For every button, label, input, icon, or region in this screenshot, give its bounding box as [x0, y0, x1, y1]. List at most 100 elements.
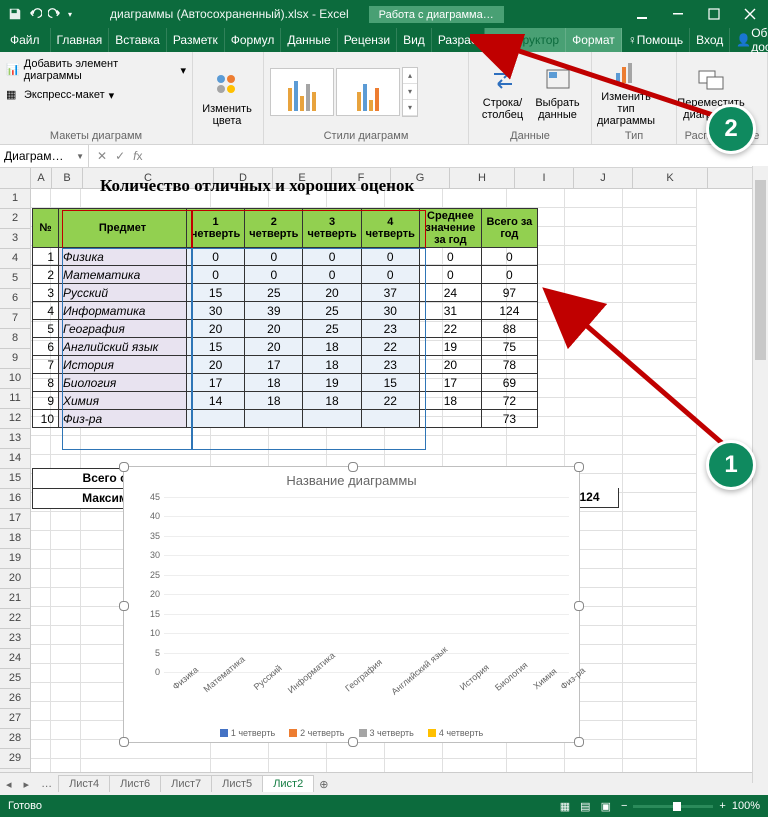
- gallery-scroll[interactable]: ▴▾▾: [402, 67, 418, 117]
- col-header[interactable]: I: [515, 168, 574, 188]
- view-normal-icon[interactable]: ▦: [560, 800, 570, 813]
- tab-developer[interactable]: Разраб: [432, 28, 485, 52]
- save-icon[interactable]: [8, 7, 22, 21]
- col-header[interactable]: H: [450, 168, 515, 188]
- row-header[interactable]: 22: [0, 609, 30, 629]
- row-header[interactable]: 10: [0, 369, 30, 389]
- row-header[interactable]: 28: [0, 729, 30, 749]
- row-header[interactable]: 12: [0, 409, 30, 429]
- sheet-tab[interactable]: Лист2: [262, 775, 314, 792]
- tab-signin[interactable]: Вход: [690, 28, 730, 52]
- new-sheet-button[interactable]: ⊕: [313, 778, 334, 791]
- tab-data[interactable]: Данные: [281, 28, 337, 52]
- row-header[interactable]: 27: [0, 709, 30, 729]
- zoom-value[interactable]: 100%: [732, 800, 760, 812]
- qat-more-icon[interactable]: ▾: [68, 10, 72, 19]
- zoom-in-icon[interactable]: +: [719, 800, 725, 812]
- row-header[interactable]: 30: [0, 769, 30, 772]
- style-thumb[interactable]: [270, 68, 334, 116]
- row-header[interactable]: 29: [0, 749, 30, 769]
- row-header[interactable]: 11: [0, 389, 30, 409]
- quick-layout-button[interactable]: ▦Экспресс-макет ▾: [6, 86, 114, 104]
- enter-icon[interactable]: ✓: [115, 149, 125, 163]
- fx-icon[interactable]: fx: [133, 149, 142, 163]
- row-header[interactable]: 14: [0, 449, 30, 469]
- tab-page-layout[interactable]: Разметк: [167, 28, 225, 52]
- select-data-button[interactable]: Выбрать данные: [530, 63, 585, 121]
- col-header[interactable]: A: [31, 168, 52, 188]
- tab-view[interactable]: Вид: [397, 28, 432, 52]
- view-break-icon[interactable]: ▣: [601, 800, 611, 813]
- row-header[interactable]: 13: [0, 429, 30, 449]
- row-header[interactable]: 24: [0, 649, 30, 669]
- zoom-control[interactable]: − + 100%: [621, 800, 760, 812]
- tab-chart-format[interactable]: Формат: [566, 28, 622, 52]
- tab-review[interactable]: Рецензи: [338, 28, 397, 52]
- col-header[interactable]: J: [574, 168, 633, 188]
- quick-access-toolbar: ▾: [0, 7, 80, 21]
- sheet-tab[interactable]: Лист5: [211, 775, 263, 792]
- chart-title[interactable]: Название диаграммы: [124, 473, 579, 488]
- ribbon-options-icon[interactable]: [624, 0, 660, 28]
- add-chart-element-button[interactable]: 📊Добавить элемент диаграммы ▾: [6, 56, 186, 84]
- worksheet[interactable]: ABCDEFGHIJK 1234567891011121314151617181…: [0, 168, 768, 772]
- switch-row-column-button[interactable]: Строка/ столбец: [475, 63, 530, 121]
- row-header[interactable]: 7: [0, 309, 30, 329]
- row-header[interactable]: 9: [0, 349, 30, 369]
- tab-file[interactable]: Файл: [0, 28, 51, 52]
- row-header[interactable]: 20: [0, 569, 30, 589]
- close-button[interactable]: [732, 0, 768, 28]
- tab-chart-design[interactable]: Конструктор: [485, 28, 566, 52]
- row-header[interactable]: 26: [0, 689, 30, 709]
- zoom-out-icon[interactable]: −: [621, 800, 627, 812]
- tab-formulas[interactable]: Формул: [225, 28, 282, 52]
- tab-insert[interactable]: Вставка: [109, 28, 167, 52]
- row-header[interactable]: 8: [0, 329, 30, 349]
- row-header[interactable]: 15: [0, 469, 30, 489]
- tab-share[interactable]: 👤 Общий доступ: [730, 28, 768, 52]
- name-box[interactable]: Диаграм…▼: [0, 145, 89, 167]
- vertical-scrollbar[interactable]: [752, 166, 768, 783]
- row-header[interactable]: 4: [0, 249, 30, 269]
- redo-icon[interactable]: [48, 7, 62, 21]
- change-colors-button[interactable]: Изменить цвета: [199, 69, 255, 127]
- minimize-button[interactable]: [660, 0, 696, 28]
- chart-plot-area[interactable]: 051015202530354045: [164, 497, 569, 672]
- undo-icon[interactable]: [28, 7, 42, 21]
- cancel-icon[interactable]: ✕: [97, 149, 107, 163]
- row-header[interactable]: 3: [0, 229, 30, 249]
- maximize-button[interactable]: [696, 0, 732, 28]
- sheet-tab[interactable]: Лист6: [109, 775, 161, 792]
- view-page-icon[interactable]: ▤: [580, 800, 590, 813]
- zoom-slider[interactable]: [633, 805, 713, 808]
- dropdown-icon[interactable]: ▼: [76, 152, 84, 161]
- row-header[interactable]: 19: [0, 549, 30, 569]
- row-header[interactable]: 5: [0, 269, 30, 289]
- col-header[interactable]: K: [633, 168, 708, 188]
- chart-styles-gallery[interactable]: ▴▾▾: [270, 67, 418, 117]
- embedded-chart[interactable]: Название диаграммы 051015202530354045 Фи…: [123, 466, 580, 743]
- tab-nav-prev[interactable]: ◂: [0, 778, 18, 791]
- row-header[interactable]: 23: [0, 629, 30, 649]
- row-header[interactable]: 17: [0, 509, 30, 529]
- sheet-tab[interactable]: Лист4: [58, 775, 110, 792]
- col-header[interactable]: B: [52, 168, 83, 188]
- row-header[interactable]: 18: [0, 529, 30, 549]
- row-header[interactable]: 1: [0, 189, 30, 209]
- row-header[interactable]: 2: [0, 209, 30, 229]
- row-header[interactable]: 21: [0, 589, 30, 609]
- sheet-tab[interactable]: Лист7: [160, 775, 212, 792]
- chart-bars: [164, 497, 569, 672]
- tab-tell-me[interactable]: ♀ Помощь: [622, 28, 690, 52]
- change-chart-type-button[interactable]: Изменить тип диаграммы: [598, 57, 654, 127]
- row-header[interactable]: 25: [0, 669, 30, 689]
- tab-home[interactable]: Главная: [51, 28, 110, 52]
- scrollbar-thumb[interactable]: [755, 180, 766, 360]
- group-label-type: Тип: [598, 128, 670, 142]
- row-header[interactable]: 6: [0, 289, 30, 309]
- tab-nav-next[interactable]: ▸: [18, 778, 36, 791]
- select-all-corner[interactable]: [0, 168, 31, 188]
- ribbon-tabs: Файл Главная Вставка Разметк Формул Данн…: [0, 28, 768, 52]
- style-thumb[interactable]: [336, 68, 400, 116]
- row-header[interactable]: 16: [0, 489, 30, 509]
